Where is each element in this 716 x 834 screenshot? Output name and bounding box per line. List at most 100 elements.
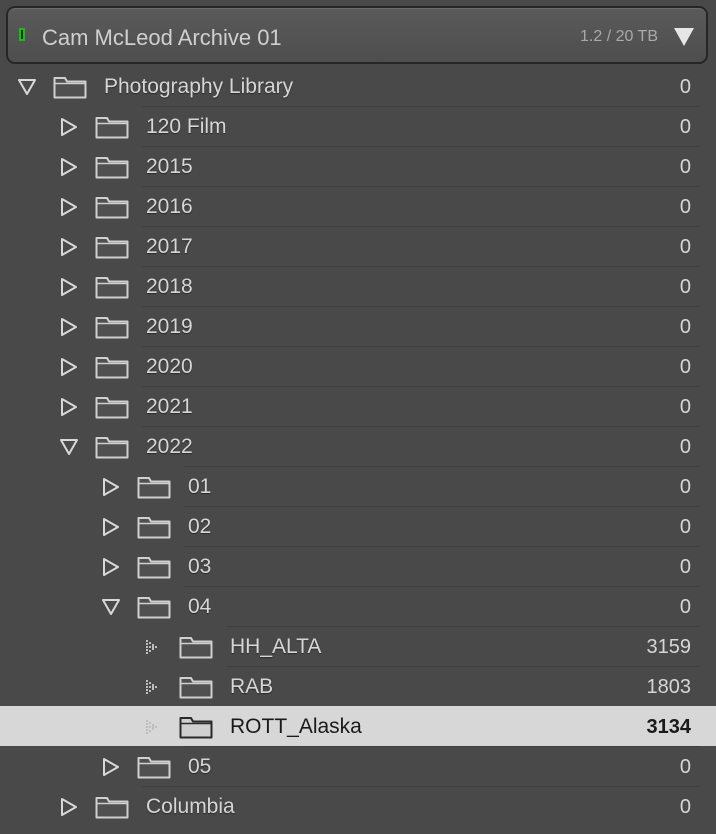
folder-photo-count: 0 xyxy=(679,276,691,298)
folder-row[interactable]: Photography Library 0 xyxy=(0,66,716,106)
row-divider xyxy=(142,426,700,427)
disclosure-triangle-right-icon[interactable] xyxy=(102,518,120,536)
disclosure-triangle-right-icon[interactable] xyxy=(60,158,78,176)
folder-icon xyxy=(179,635,213,659)
folder-row[interactable]: 01 0 xyxy=(0,466,716,506)
folder-label: 02 xyxy=(188,515,212,538)
folder-photo-count: 0 xyxy=(679,556,691,578)
folder-icon xyxy=(137,555,171,579)
folder-row[interactable]: RAB 1803 xyxy=(0,666,716,706)
row-divider xyxy=(226,666,700,667)
folder-photo-count: 0 xyxy=(679,596,691,618)
row-divider xyxy=(142,306,700,307)
dotted-triangle-icon xyxy=(144,718,162,736)
row-divider xyxy=(184,586,700,587)
folder-label: 01 xyxy=(188,475,212,498)
folder-icon xyxy=(95,395,129,419)
disclosure-triangle-right-icon[interactable] xyxy=(102,758,120,776)
folders-panel: Cam McLeod Archive 01 1.2 / 20 TB Photog… xyxy=(0,0,716,834)
folder-row[interactable]: 2019 0 xyxy=(0,306,716,346)
folder-row[interactable]: 2015 0 xyxy=(0,146,716,186)
folder-icon xyxy=(95,315,129,339)
disclosure-triangle-right-icon[interactable] xyxy=(60,238,78,256)
folder-row[interactable]: 2022 0 xyxy=(0,426,716,466)
disclosure-triangle-right-icon[interactable] xyxy=(60,798,78,816)
disclosure-triangle-right-icon[interactable] xyxy=(60,118,78,136)
folder-label: 120 Film xyxy=(146,115,227,138)
row-divider xyxy=(142,146,700,147)
disclosure-triangle-right-icon[interactable] xyxy=(102,478,120,496)
disclosure-triangle-right-icon[interactable] xyxy=(60,318,78,336)
folder-icon xyxy=(95,115,129,139)
folder-photo-count: 0 xyxy=(679,396,691,418)
row-divider xyxy=(184,746,700,747)
folder-icon xyxy=(95,195,129,219)
folder-row[interactable]: 2020 0 xyxy=(0,346,716,386)
disclosure-triangle-right-icon[interactable] xyxy=(102,558,120,576)
folder-photo-count: 0 xyxy=(679,316,691,338)
folder-row[interactable]: 2018 0 xyxy=(0,266,716,306)
row-divider xyxy=(184,466,700,467)
row-divider xyxy=(142,106,700,107)
folder-label: Photography Library xyxy=(104,75,294,98)
folder-photo-count: 0 xyxy=(679,76,691,98)
disclosure-triangle-right-icon[interactable] xyxy=(60,278,78,296)
folder-row[interactable]: 2021 0 xyxy=(0,386,716,426)
row-divider xyxy=(142,186,700,187)
folder-icon xyxy=(137,475,171,499)
folder-label: HH_ALTA xyxy=(230,635,322,658)
folder-icon xyxy=(95,795,129,819)
folder-photo-count: 3159 xyxy=(646,636,692,658)
folder-row[interactable]: 04 0 xyxy=(0,586,716,626)
folder-label: 2022 xyxy=(146,435,193,458)
volume-header[interactable]: Cam McLeod Archive 01 1.2 / 20 TB xyxy=(6,6,708,64)
folder-icon xyxy=(53,75,87,99)
folder-icon xyxy=(95,435,129,459)
folder-label: 04 xyxy=(188,595,212,618)
disclosure-triangle-right-icon[interactable] xyxy=(60,198,78,216)
disclosure-triangle-down-icon[interactable] xyxy=(60,438,78,456)
disclosure-triangle-down-icon[interactable] xyxy=(102,598,120,616)
volume-name: Cam McLeod Archive 01 xyxy=(42,25,282,50)
folder-row[interactable]: Columbia 0 xyxy=(0,786,716,826)
folder-tree: Photography Library 0 120 Film 0 2015 0 2016 0 2… xyxy=(0,66,716,826)
row-divider xyxy=(142,786,700,787)
row-divider xyxy=(226,626,700,627)
folder-label: 2015 xyxy=(146,155,193,178)
folder-row[interactable]: 03 0 xyxy=(0,546,716,586)
folder-label: 03 xyxy=(188,555,212,578)
folder-label: ROTT_Alaska xyxy=(230,715,362,738)
folder-icon xyxy=(95,275,129,299)
folder-row[interactable]: 2017 0 xyxy=(0,226,716,266)
row-divider xyxy=(142,226,700,227)
folder-label: 2017 xyxy=(146,235,193,258)
folder-label: 2021 xyxy=(146,395,193,418)
folder-photo-count: 0 xyxy=(679,796,691,818)
folder-row[interactable]: 05 0 xyxy=(0,746,716,786)
folder-photo-count: 0 xyxy=(679,436,691,458)
volume-menu-triangle-down-icon[interactable] xyxy=(674,28,694,46)
folder-label: Columbia xyxy=(146,795,235,818)
folder-label: 2018 xyxy=(146,275,193,298)
disclosure-triangle-right-icon[interactable] xyxy=(60,358,78,376)
folder-row[interactable]: 120 Film 0 xyxy=(0,106,716,146)
row-divider xyxy=(142,386,700,387)
folder-label: RAB xyxy=(230,675,274,698)
row-divider xyxy=(142,266,700,267)
disclosure-triangle-right-icon[interactable] xyxy=(60,398,78,416)
folder-label: 05 xyxy=(188,755,212,778)
disclosure-triangle-down-icon[interactable] xyxy=(18,78,36,96)
folder-icon xyxy=(179,715,213,739)
folder-row[interactable]: HH_ALTA 3159 xyxy=(0,626,716,666)
folder-row[interactable]: 02 0 xyxy=(0,506,716,546)
folder-icon xyxy=(137,595,171,619)
row-divider xyxy=(184,506,700,507)
folder-photo-count: 0 xyxy=(679,476,691,498)
dotted-triangle-icon xyxy=(144,678,162,696)
folder-icon xyxy=(95,155,129,179)
row-divider xyxy=(184,546,700,547)
folder-label: 2016 xyxy=(146,195,193,218)
folder-photo-count: 0 xyxy=(679,156,691,178)
folder-row[interactable]: ROTT_Alaska 3134 xyxy=(0,706,716,746)
folder-row[interactable]: 2016 0 xyxy=(0,186,716,226)
